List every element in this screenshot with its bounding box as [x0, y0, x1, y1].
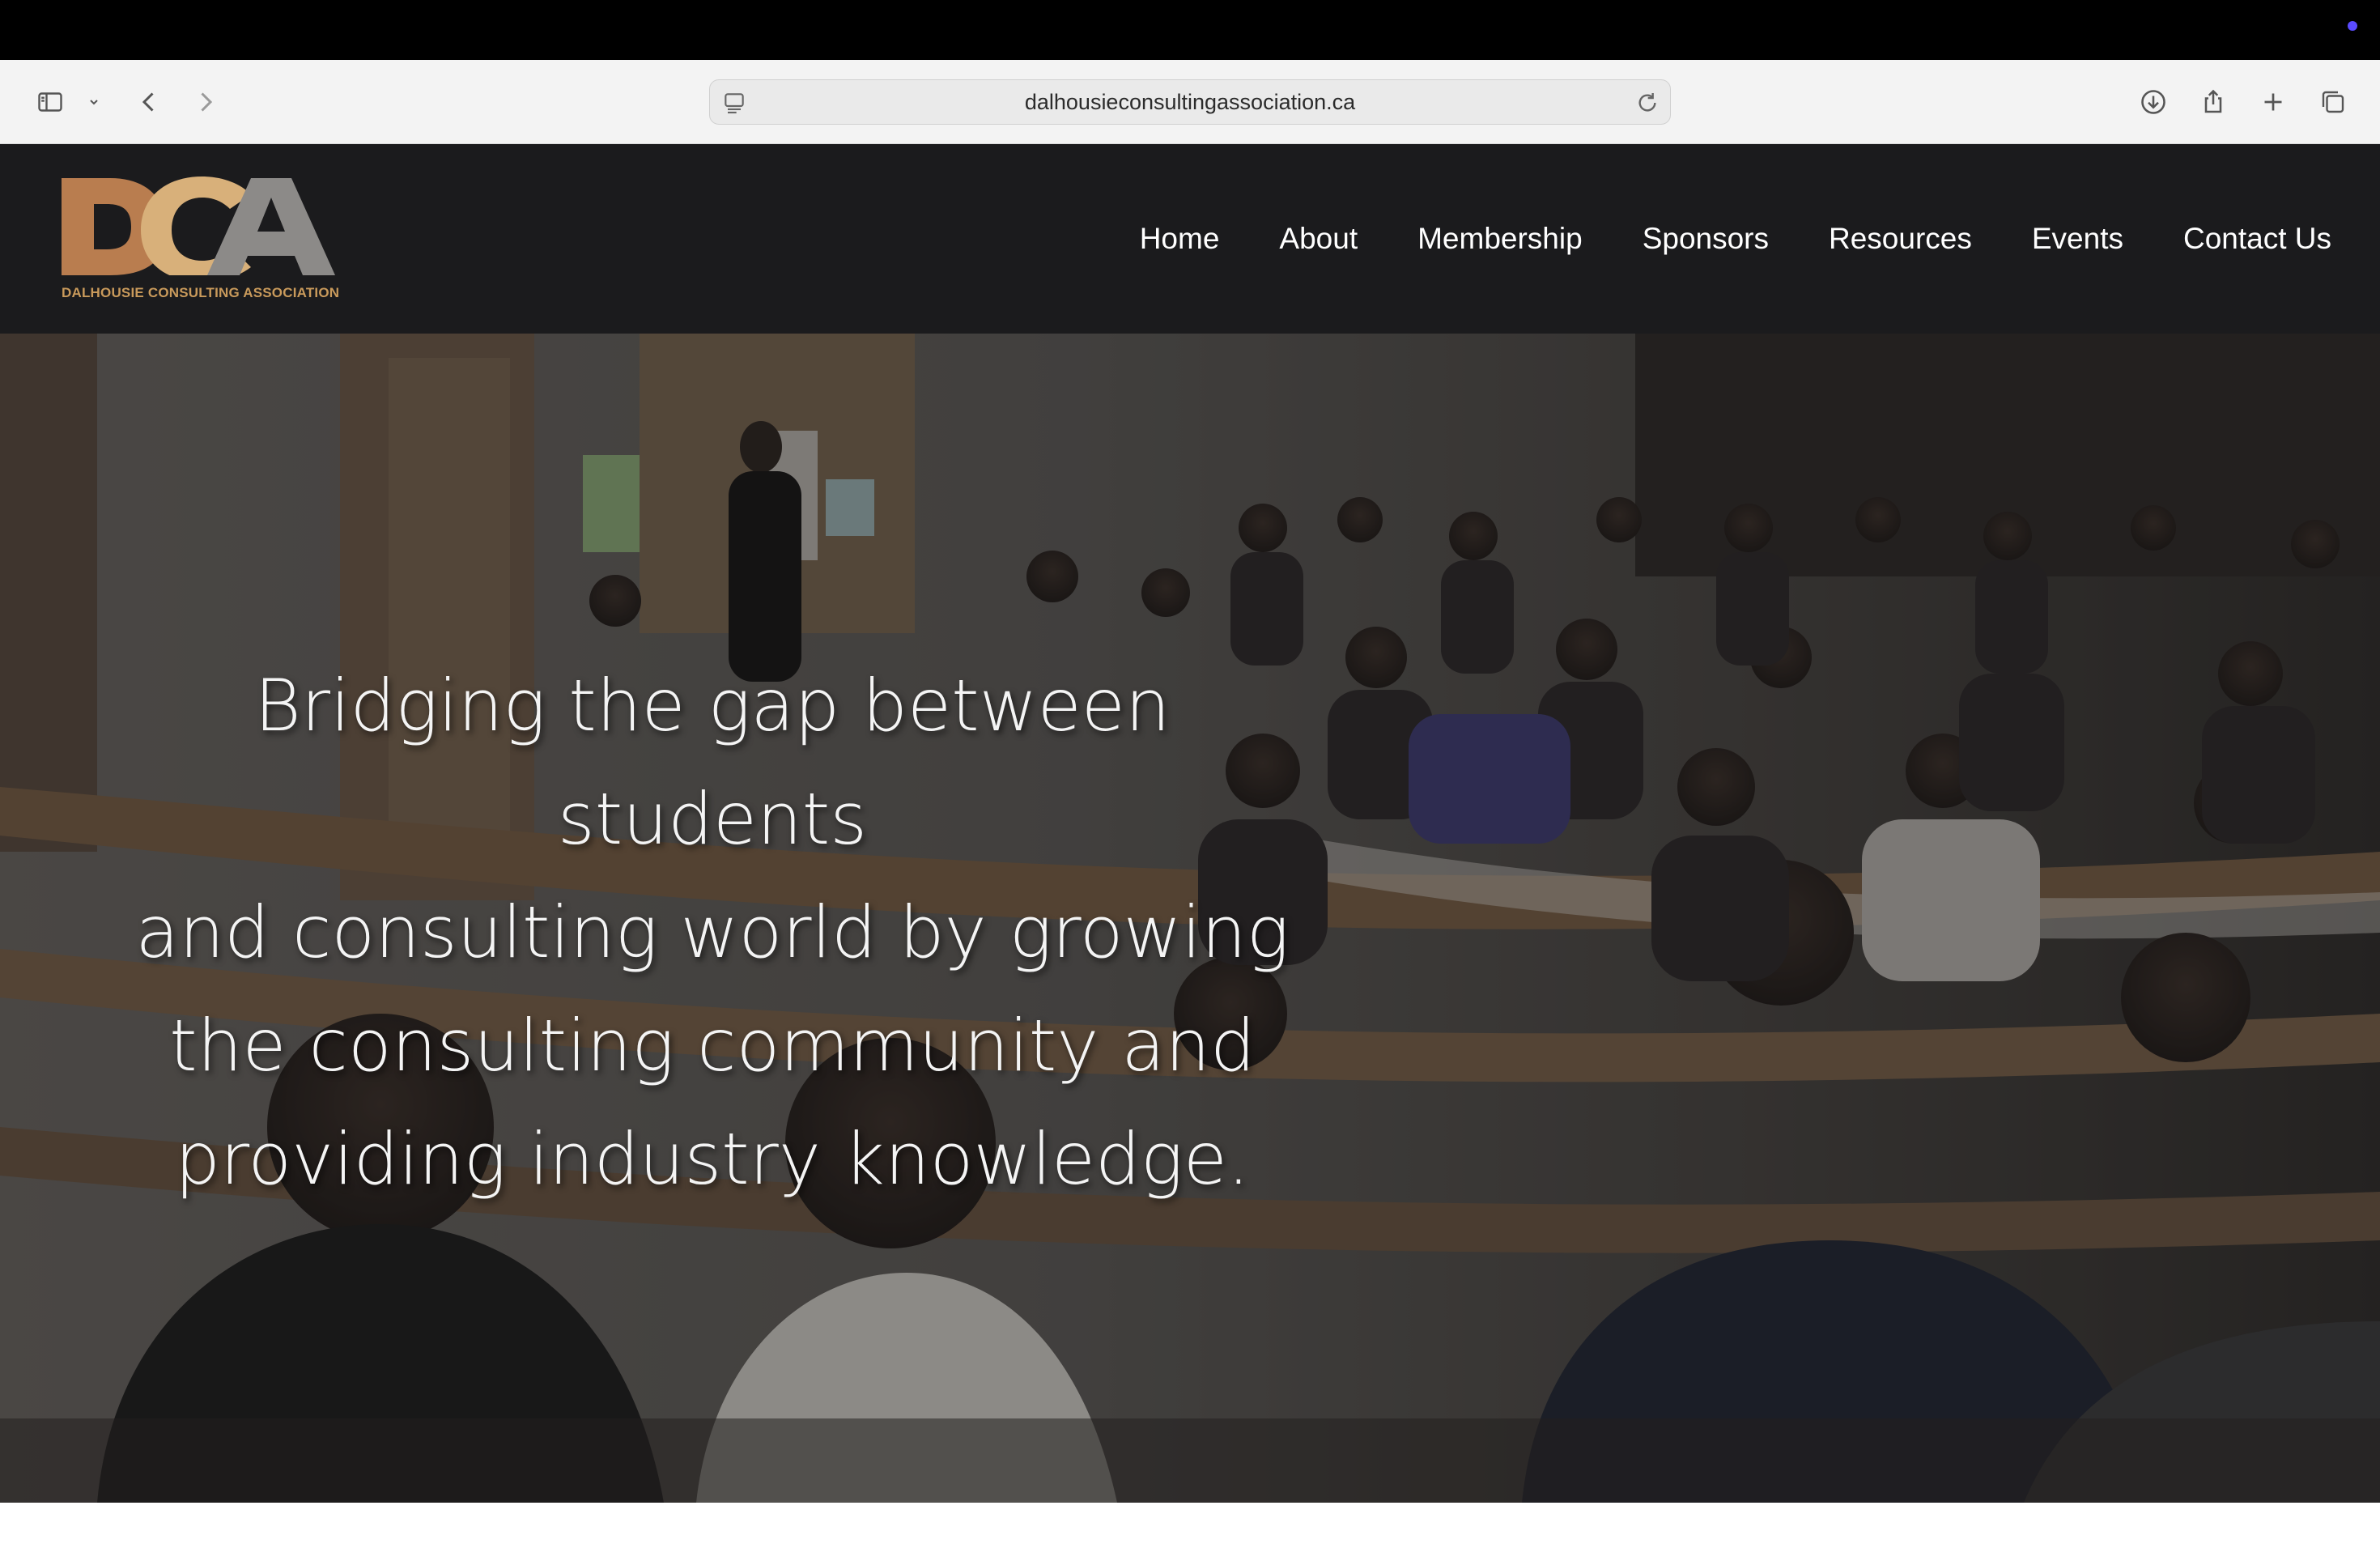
hero-line: providing industry knowledge. [175, 1117, 1250, 1201]
url-text[interactable]: dalhousieconsultingassociation.ca [710, 80, 1670, 124]
address-bar[interactable]: dalhousieconsultingassociation.ca [709, 79, 1671, 125]
hero-line: the consulting community and [169, 1004, 1256, 1087]
dca-logo-mark [62, 176, 335, 275]
back-icon[interactable] [131, 84, 167, 120]
site-header: DALHOUSIE CONSULTING ASSOCIATION Home Ab… [0, 144, 2380, 334]
nav-membership[interactable]: Membership [1417, 222, 1583, 256]
hero-line: and consulting world by growing [135, 891, 1290, 974]
tab-overview-icon[interactable] [2315, 84, 2351, 120]
status-indicator-icon [2348, 21, 2357, 31]
nav-events[interactable]: Events [2032, 222, 2123, 256]
nav-resources[interactable]: Resources [1829, 222, 1972, 256]
nav-sponsors[interactable]: Sponsors [1643, 222, 1769, 256]
main-navigation: Home About Membership Sponsors Resources… [1140, 144, 2331, 334]
forward-icon[interactable] [188, 84, 223, 120]
sidebar-icon[interactable] [32, 84, 68, 120]
share-icon[interactable] [2195, 84, 2231, 120]
chevron-down-icon[interactable] [76, 84, 112, 120]
browser-toolbar: dalhousieconsultingassociation.ca [0, 60, 2380, 144]
nav-home[interactable]: Home [1140, 222, 1220, 256]
new-tab-icon[interactable] [2255, 84, 2291, 120]
hero-section: Bridging the gap between students and co… [0, 334, 2380, 1503]
dca-logo[interactable]: DALHOUSIE CONSULTING ASSOCIATION [60, 173, 339, 306]
logo-subtitle: DALHOUSIE CONSULTING ASSOCIATION [62, 285, 340, 300]
download-icon[interactable] [2136, 84, 2171, 120]
reload-icon[interactable] [1634, 90, 1660, 116]
hero-line: Bridging the gap between students [254, 664, 1171, 861]
hero-tagline: Bridging the gap between students and co… [97, 649, 1328, 1216]
nav-about[interactable]: About [1279, 222, 1358, 256]
nav-contact-us[interactable]: Contact Us [2183, 222, 2331, 256]
system-menu-bar [0, 0, 2380, 60]
page-bottom-area [0, 1503, 2380, 1548]
